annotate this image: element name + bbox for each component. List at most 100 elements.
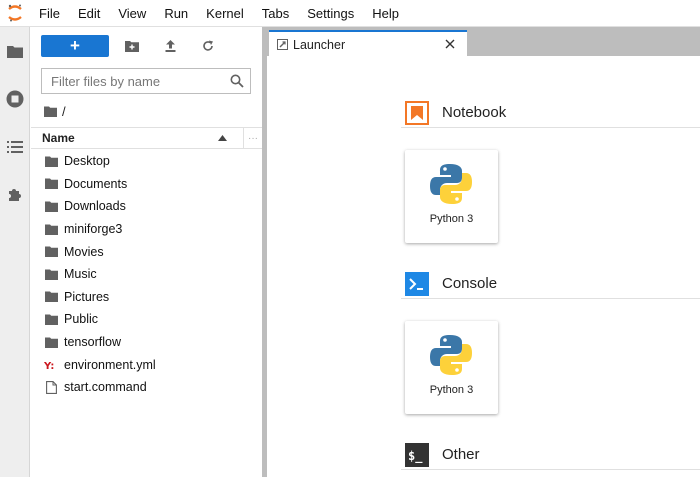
file-list: Desktop Documents Downloads miniforge3 Movie… [31,150,262,399]
file-browser-panel: + / Name ··· Desktop Documents Downloads mi… [31,27,262,477]
stop-circle-icon [6,90,24,108]
extension-manager-tab[interactable] [0,171,30,219]
other-section: $_ Other [401,440,700,470]
folder-icon [7,45,23,58]
folder-icon [44,335,58,349]
launcher-panel: Notebook Python 3 Console Python 3 $_ Ot… [267,56,700,477]
menu-settings[interactable]: Settings [298,0,363,27]
refresh-button[interactable] [193,35,223,57]
menu-edit[interactable]: Edit [69,0,109,27]
notebook-python3-card[interactable]: Python 3 [405,150,498,243]
terminal-icon: $_ [405,442,429,467]
folder-icon [44,312,58,326]
notebook-kernel-label: Python 3 [429,213,474,225]
file-name: Movies [64,244,104,259]
upload-button[interactable] [155,35,185,57]
file-row[interactable]: Documents [31,173,262,196]
column-more-button[interactable]: ··· [243,127,262,149]
file-name: Music [64,267,97,282]
breadcrumb-root[interactable]: / [62,104,66,119]
file-row[interactable]: Desktop [31,150,262,173]
new-folder-icon [125,40,139,52]
folder-icon[interactable] [44,106,57,117]
folder-icon [44,177,58,191]
folder-icon [44,222,58,236]
file-name: environment.yml [64,357,156,372]
folder-icon [44,267,58,281]
search-icon [230,74,244,88]
python-logo-icon [430,335,472,375]
menu-tabs[interactable]: Tabs [253,0,298,27]
file-browser-tab[interactable] [0,27,30,75]
file-listing-header: Name ··· [31,127,262,149]
menu-kernel[interactable]: Kernel [197,0,253,27]
list-icon [7,141,23,153]
main-tab-bar: Launcher [267,27,700,57]
filter-files-input[interactable] [51,73,229,89]
table-of-contents-tab[interactable] [0,123,30,171]
tab-label: Launcher [293,37,346,52]
refresh-icon [203,40,213,51]
file-row[interactable]: tensorflow [31,331,262,354]
notebook-section-header: Notebook [401,98,700,128]
notebook-section: Notebook [401,98,700,128]
file-row[interactable]: start.command [31,376,262,399]
file-row[interactable]: Y: environment.yml [31,353,262,376]
close-icon[interactable] [443,37,457,51]
file-row[interactable]: miniforge3 [31,218,262,241]
console-kernel-label: Python 3 [429,384,474,396]
new-launcher-button[interactable]: + [41,35,109,57]
new-folder-button[interactable] [117,35,147,57]
file-name: Documents [64,176,128,191]
launcher-icon [277,39,288,50]
file-name: miniforge3 [64,222,123,237]
left-sidebar-rail [0,27,30,477]
sort-caret-up-icon [218,135,227,141]
file-name: Desktop [64,154,110,169]
filter-files-field[interactable] [41,68,251,94]
folder-icon [44,290,58,304]
menu-run[interactable]: Run [155,0,197,27]
tab-launcher[interactable]: Launcher [269,30,467,57]
other-section-title: Other [442,446,480,463]
console-section-title: Console [442,275,498,292]
svg-text:$_: $_ [408,449,423,464]
notebook-section-title: Notebook [442,104,507,121]
file-row[interactable]: Downloads [31,195,262,218]
folder-icon [44,154,58,168]
svg-text:Y:: Y: [44,361,54,371]
jupyter-logo-icon [0,0,30,27]
plus-icon: + [70,36,80,55]
menu-bar: File Edit View Run Kernel Tabs Settings Help [0,0,700,27]
file-row[interactable]: Music [31,263,262,286]
python-logo-icon [430,164,472,204]
file-name: Downloads [64,199,126,214]
file-row[interactable]: Pictures [31,286,262,309]
menu-view[interactable]: View [109,0,155,27]
running-sessions-tab[interactable] [0,75,30,123]
notebook-icon [405,100,429,125]
folder-icon [44,245,58,259]
console-icon [405,271,429,296]
menu-file[interactable]: File [30,0,69,27]
other-section-header: $_ Other [401,440,700,470]
file-name: Public [64,312,99,327]
file-name: start.command [64,380,147,395]
menu-help[interactable]: Help [363,0,408,27]
puzzle-icon [9,189,21,201]
console-section-header: Console [401,269,700,299]
folder-icon [44,199,58,213]
file-icon [44,380,58,394]
console-section: Console [401,269,700,299]
upload-icon [165,40,175,52]
file-name: Pictures [64,289,110,304]
file-name: tensorflow [64,335,121,350]
file-row[interactable]: Public [31,308,262,331]
breadcrumb: / [44,102,66,120]
name-column-label: Name [42,131,75,145]
file-row[interactable]: Movies [31,240,262,263]
name-column-header[interactable]: Name [31,131,243,145]
file-browser-toolbar: + [41,35,223,57]
yaml-file-icon: Y: [44,358,58,372]
console-python3-card[interactable]: Python 3 [405,321,498,414]
